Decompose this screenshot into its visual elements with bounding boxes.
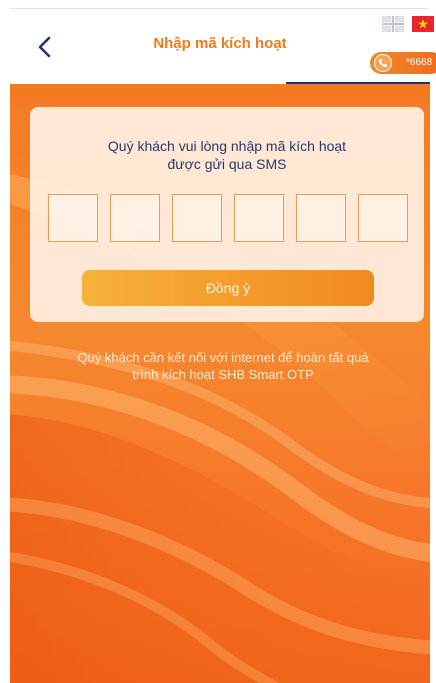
- note-line-2: trình kích hoạt SHB Smart OTP: [132, 367, 314, 382]
- english-flag-icon[interactable]: [382, 16, 404, 32]
- otp-digit-4[interactable]: [234, 194, 284, 242]
- phone-icon: [374, 54, 392, 72]
- top-divider: [10, 8, 428, 9]
- hotline-button[interactable]: *6668: [370, 52, 436, 74]
- instruction-text: Quý khách vui lòng nhập mã kích hoạt đượ…: [30, 137, 424, 173]
- confirm-button[interactable]: Đồng ý: [82, 270, 374, 306]
- hotline-number: *6668: [406, 57, 433, 68]
- otp-digit-2[interactable]: [110, 194, 160, 242]
- otp-digit-6[interactable]: [358, 194, 408, 242]
- note-line-1: Quý khách cần kết nối với internet để ho…: [77, 350, 369, 365]
- otp-digit-5[interactable]: [296, 194, 346, 242]
- instruction-line-1: Quý khách vui lòng nhập mã kích hoạt: [107, 138, 347, 154]
- instruction-line-2: được gửi qua SMS: [167, 156, 287, 172]
- app-header: Nhập mã kích hoạt *6668: [10, 10, 436, 84]
- otp-digit-1[interactable]: [48, 194, 98, 242]
- activation-card: Quý khách vui lòng nhập mã kích hoạt đượ…: [30, 107, 424, 322]
- otp-input-row: [48, 194, 408, 244]
- vietnam-flag-icon[interactable]: [412, 16, 434, 32]
- otp-digit-3[interactable]: [172, 194, 222, 242]
- internet-note: Quý khách cần kết nối với internet để ho…: [40, 349, 406, 383]
- page-title: Nhập mã kích hoạt: [153, 35, 287, 52]
